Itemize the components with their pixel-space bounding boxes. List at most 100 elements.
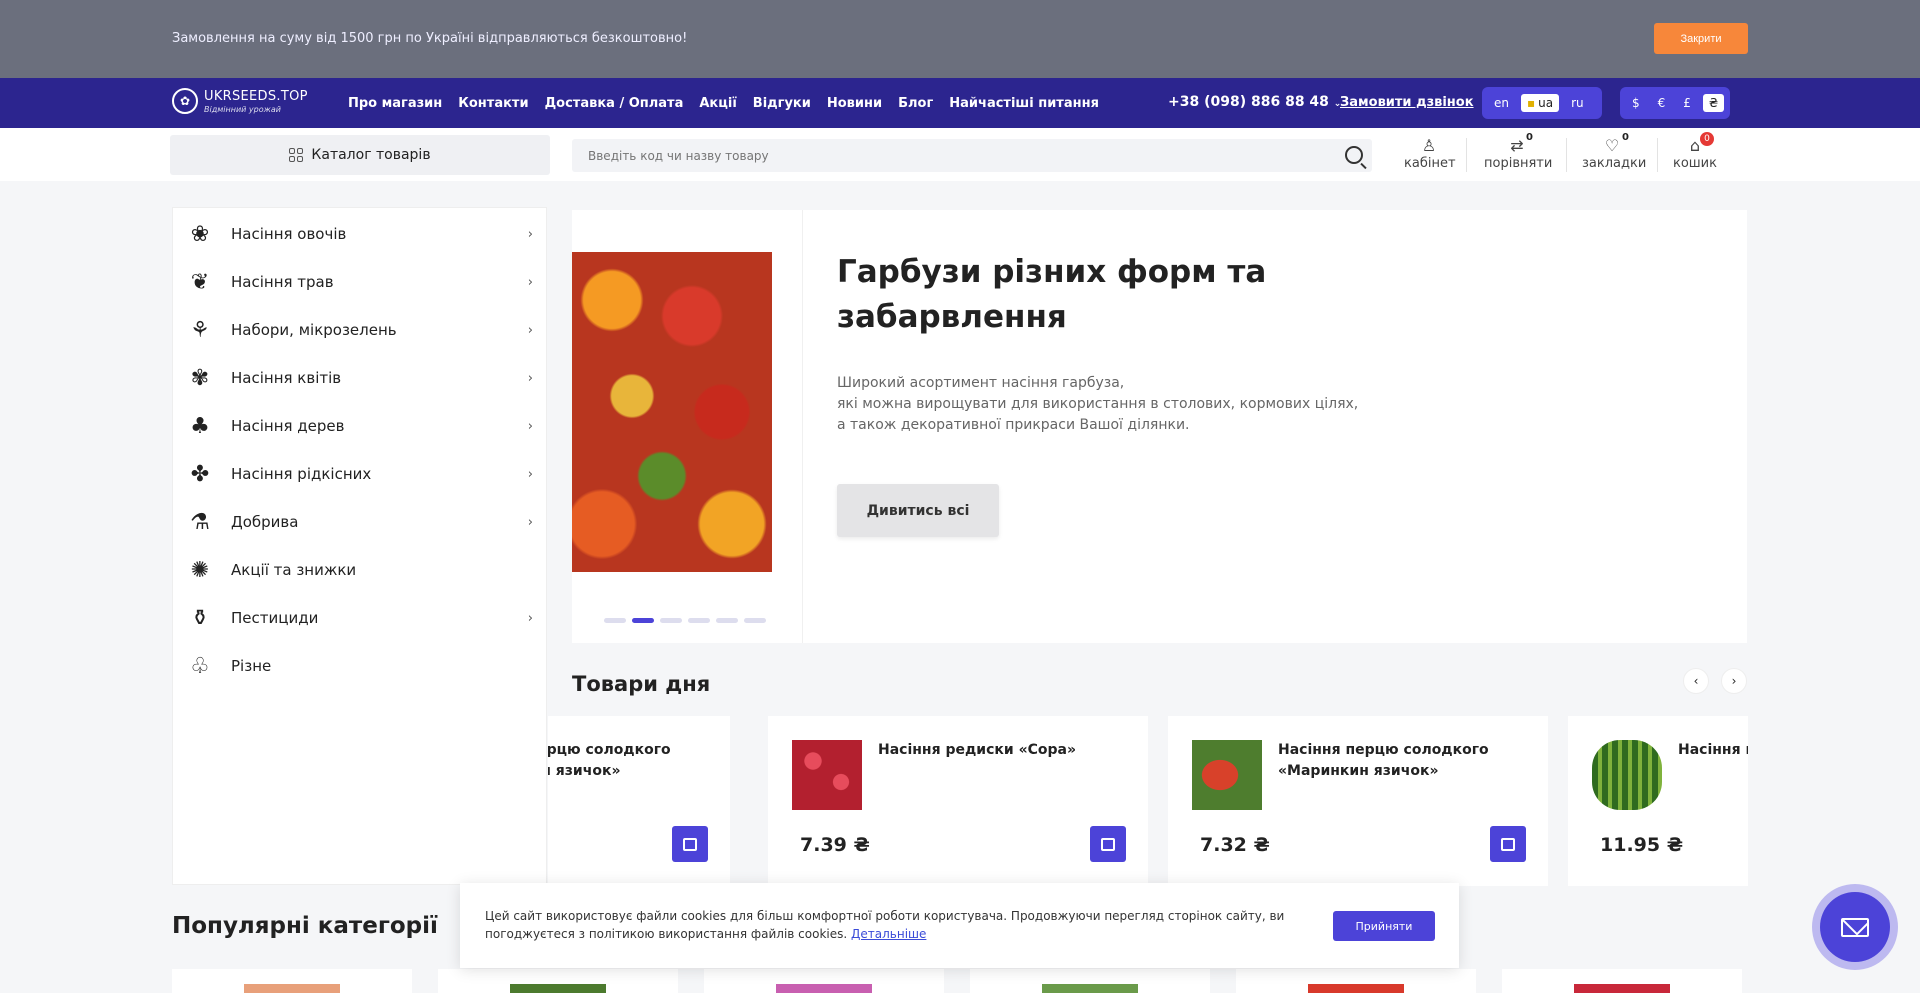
hero-title: Гарбузи різних форм та забарвлення xyxy=(837,254,1267,335)
product-name[interactable]: Насіння перцю солодкого «Маринкин язичок… xyxy=(548,740,720,782)
top-menu: Про магазин Контакти Доставка / Оплата А… xyxy=(348,78,1099,128)
account-button[interactable]: ♙ кабінет xyxy=(1404,136,1456,171)
menu-item-blog[interactable]: Блог xyxy=(898,96,933,111)
category-fertilizers[interactable]: ⚗ Добрива › xyxy=(183,502,533,542)
product-card[interactable]: Насіння перцю солодкого «Маринкин язичок… xyxy=(548,716,730,886)
phone-text: +38 (098) 886 88 48 xyxy=(1168,94,1329,110)
chevron-right-icon: › xyxy=(527,370,533,386)
menu-item-reviews[interactable]: Відгуки xyxy=(753,96,811,111)
logo[interactable]: ✿ UKRSEEDS.TOP Відмінний урожай xyxy=(172,88,308,114)
currency-eur[interactable]: € xyxy=(1652,94,1672,112)
compare-button[interactable]: ⇄ 0 порівняти xyxy=(1484,132,1552,171)
cookie-text-block: Цей сайт використовує файли cookies для … xyxy=(485,907,1285,943)
slider-dot-active[interactable] xyxy=(632,618,654,623)
view-all-button[interactable]: Дивитись всі xyxy=(837,484,999,537)
search-icon[interactable] xyxy=(1345,146,1363,164)
menu-item-about[interactable]: Про магазин xyxy=(348,96,442,111)
sprayer-icon: ⚱ xyxy=(190,605,210,631)
search-input[interactable] xyxy=(572,139,1372,172)
products-carousel: Насіння перцю солодкого «Маринкин язичок… xyxy=(548,716,1748,886)
category-misc[interactable]: ♧ Різне xyxy=(183,646,533,686)
popular-categories xyxy=(172,969,1742,993)
wishlist-button[interactable]: ♡ 0 закладки xyxy=(1582,132,1646,171)
category-label: Різне xyxy=(231,657,272,675)
cookie-more-link[interactable]: Детальніше xyxy=(851,927,926,941)
menu-item-news[interactable]: Новини xyxy=(827,96,882,111)
lang-en[interactable]: en xyxy=(1488,94,1515,112)
popular-category-card[interactable] xyxy=(172,969,412,993)
category-label: Добрива xyxy=(231,513,299,531)
category-label: Насіння дерев xyxy=(231,417,345,435)
heart-icon: ♡ 0 xyxy=(1604,132,1629,155)
product-name[interactable]: Насіння кавуна xyxy=(1678,740,1748,761)
lang-ru[interactable]: ru xyxy=(1565,94,1590,112)
popular-category-card[interactable] xyxy=(1236,969,1476,993)
category-image xyxy=(510,984,606,993)
add-to-cart-button[interactable] xyxy=(672,826,708,862)
add-to-cart-button[interactable] xyxy=(1090,826,1126,862)
popular-category-card[interactable] xyxy=(970,969,1210,993)
cookie-accept-button[interactable]: Прийняти xyxy=(1333,911,1435,941)
category-sets-microgreens[interactable]: ⚘ Набори, мікрозелень › xyxy=(183,310,533,350)
slider-dot[interactable] xyxy=(744,618,766,623)
product-image xyxy=(1192,740,1262,810)
chevron-right-icon: › xyxy=(527,418,533,434)
flower-icon: ✾ xyxy=(190,365,210,391)
category-trees[interactable]: ♣ Насіння дерев › xyxy=(183,406,533,446)
catalog-label: Каталог товарів xyxy=(311,147,431,163)
menu-item-faq[interactable]: Найчастіші питання xyxy=(949,96,1099,111)
popular-category-card[interactable] xyxy=(438,969,678,993)
product-name[interactable]: Насіння перцю солодкого «Маринкин язичок… xyxy=(1278,740,1538,782)
category-flowers[interactable]: ✾ Насіння квітів › xyxy=(183,358,533,398)
cart-label: кошик xyxy=(1672,156,1717,171)
catalog-button[interactable]: Каталог товарів xyxy=(170,135,550,175)
product-card[interactable]: Насіння редиски «Сора» 7.39 ₴ xyxy=(768,716,1148,886)
phone-number[interactable]: +38 (098) 886 88 48 ⌄ xyxy=(1168,94,1341,110)
slider-dot[interactable] xyxy=(604,618,626,623)
category-herbs[interactable]: ❦ Насіння трав › xyxy=(183,262,533,302)
menu-item-contacts[interactable]: Контакти xyxy=(458,96,528,111)
popular-category-card[interactable] xyxy=(704,969,944,993)
chevron-right-icon: › xyxy=(527,274,533,290)
promo-close-button[interactable]: Закрити xyxy=(1654,23,1748,54)
garden-icon: ♧ xyxy=(190,653,210,679)
chat-button[interactable] xyxy=(1812,884,1898,970)
menu-item-delivery[interactable]: Доставка / Оплата xyxy=(545,96,684,111)
logo-tagline: Відмінний урожай xyxy=(204,104,281,114)
toolbar: Каталог товарів ♙ кабінет ⇄0 порівняти ♡… xyxy=(0,128,1920,181)
next-arrow-icon[interactable]: › xyxy=(1721,668,1747,694)
category-rare[interactable]: ✤ Насіння рідкісних › xyxy=(183,454,533,494)
logo-name: UKRSEEDS.TOP xyxy=(204,88,308,104)
hero-description-line: Широкий асортимент насіння гарбуза, xyxy=(837,375,1125,391)
cart-button[interactable]: ⌂ 0 кошик xyxy=(1672,132,1718,171)
grid-icon xyxy=(289,148,304,162)
logo-icon: ✿ xyxy=(172,88,198,114)
popular-category-card[interactable] xyxy=(1502,969,1742,993)
currency-usd[interactable]: $ xyxy=(1626,94,1646,112)
add-to-cart-button[interactable] xyxy=(1490,826,1526,862)
callback-link[interactable]: Замовити дзвінок xyxy=(1340,95,1474,110)
product-price: 7.32 ₴ xyxy=(1200,834,1270,856)
slider-dot[interactable] xyxy=(716,618,738,623)
product-image xyxy=(792,740,862,810)
lang-ua[interactable]: ▪ ua xyxy=(1521,94,1560,112)
category-pesticides[interactable]: ⚱ Пестициди › xyxy=(183,598,533,638)
cart-icon: ⌂ 0 xyxy=(1672,132,1718,156)
vegetable-icon: ❀ xyxy=(190,221,210,247)
product-card[interactable]: Насіння перцю солодкого «Маринкин язичок… xyxy=(1168,716,1548,886)
currency-gbp[interactable]: £ xyxy=(1677,94,1697,112)
chevron-right-icon: › xyxy=(527,466,533,482)
slider-dot[interactable] xyxy=(660,618,682,623)
menu-item-promotions[interactable]: Акції xyxy=(699,96,736,111)
product-name[interactable]: Насіння редиски «Сора» xyxy=(878,740,1138,761)
main-navbar: ✿ UKRSEEDS.TOP Відмінний урожай Про мага… xyxy=(0,78,1920,128)
product-card[interactable]: Насіння кавуна 11.95 ₴ xyxy=(1568,716,1748,886)
category-vegetables[interactable]: ❀ Насіння овочів › xyxy=(183,214,533,254)
currency-uah[interactable]: ₴ xyxy=(1702,94,1725,112)
slider-dot[interactable] xyxy=(688,618,710,623)
category-label: Насіння овочів xyxy=(231,225,347,243)
category-discounts[interactable]: ✺ Акції та знижки xyxy=(183,550,533,590)
chevron-right-icon: › xyxy=(527,322,533,338)
prev-arrow-icon[interactable]: ‹ xyxy=(1683,668,1709,694)
flag-icon: ▪ xyxy=(1527,96,1536,110)
